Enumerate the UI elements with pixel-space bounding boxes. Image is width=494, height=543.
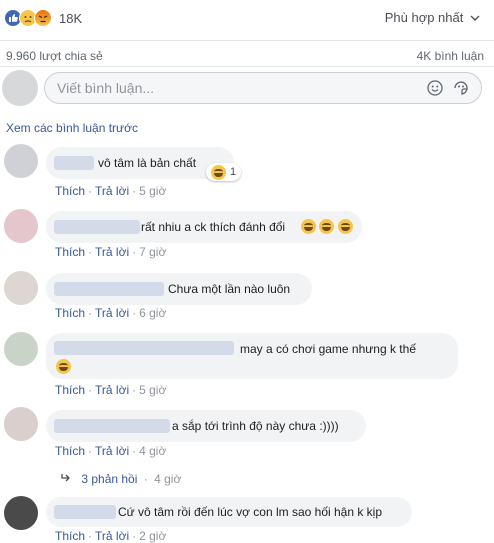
reaction-count: 1 xyxy=(230,166,237,178)
comment-composer[interactable] xyxy=(44,72,482,104)
divider xyxy=(0,40,494,41)
like-link[interactable]: Thích xyxy=(55,184,85,198)
comment-actions: Thích · Trả lời · 4 giờ xyxy=(55,444,167,458)
emoji-icon[interactable] xyxy=(427,80,443,96)
reaction-summary[interactable]: 18K xyxy=(4,8,82,28)
laughing-icon xyxy=(337,219,353,235)
laughing-icon xyxy=(301,219,316,235)
comment-actions: Thích · Trả lời · 5 giờ xyxy=(55,383,167,397)
share-count[interactable]: 9.960 lượt chia sẻ xyxy=(6,49,103,63)
haha-icon xyxy=(211,164,226,180)
timestamp[interactable]: 7 giờ xyxy=(139,245,166,259)
avatar[interactable] xyxy=(4,496,38,530)
comment-actions: Thích · Trả lời · 2 giờ xyxy=(55,529,167,543)
timestamp[interactable]: 2 giờ xyxy=(139,529,166,543)
sort-dropdown[interactable]: Phù hợp nhất xyxy=(385,10,480,25)
comment-bubble: Chưa một lần nào luôn xyxy=(46,273,312,305)
comment-actions: Thích · Trả lời · 6 giờ xyxy=(55,306,167,320)
comment-actions: Thích · Trả lời · 5 giờ xyxy=(55,184,167,198)
comment-text: rất nhiu a ck thích đánh đổi xyxy=(141,220,286,234)
timestamp[interactable]: 6 giờ xyxy=(139,306,166,320)
reply-link[interactable]: Trả lời xyxy=(95,383,129,397)
grinning-icon xyxy=(56,359,71,375)
comment-actions: Thích · Trả lời · 7 giờ xyxy=(55,245,167,259)
sort-label: Phù hợp nhất xyxy=(384,10,464,25)
timestamp[interactable]: 4 giờ xyxy=(139,444,166,458)
commenter-name[interactable] xyxy=(54,419,170,433)
comment-text: a sắp tới trình độ này chưa :)))) xyxy=(172,419,339,433)
like-link[interactable]: Thích xyxy=(55,245,85,259)
comment-bubble: may a có chơi game nhưng k thế xyxy=(46,333,458,379)
comment-text: Cứ vô tâm rồi đến lúc vợ con lm sao hối … xyxy=(118,505,383,519)
divider xyxy=(0,66,494,67)
replies-count[interactable]: 3 phản hồi xyxy=(81,472,137,486)
reply-link[interactable]: Trả lời xyxy=(95,529,129,543)
comment-reaction-chip[interactable]: 1 xyxy=(206,163,242,181)
commenter-name[interactable] xyxy=(54,156,94,170)
view-previous-comments-link[interactable]: Xem các bình luận trước xyxy=(6,121,138,135)
angry-icon xyxy=(34,9,52,27)
comment-bubble: a sắp tới trình độ này chưa :)))) xyxy=(46,410,366,442)
replies-timestamp[interactable]: 4 giờ xyxy=(154,472,181,486)
comment-count[interactable]: 4K bình luận xyxy=(417,49,484,63)
chevron-down-icon xyxy=(467,10,480,25)
comment-text: vô tâm là bản chất xyxy=(98,156,197,170)
comment-bubble: rất nhiu a ck thích đánh đổi xyxy=(46,211,362,243)
like-link[interactable]: Thích xyxy=(55,529,85,543)
like-link[interactable]: Thích xyxy=(55,306,85,320)
like-link[interactable]: Thích xyxy=(55,444,85,458)
reply-link[interactable]: Trả lời xyxy=(95,184,129,198)
comment-bubble: Cứ vô tâm rồi đến lúc vợ con lm sao hối … xyxy=(46,497,412,527)
emoji-group xyxy=(301,219,353,235)
avatar xyxy=(2,70,38,106)
timestamp[interactable]: 5 giờ xyxy=(139,184,166,198)
comment-input[interactable] xyxy=(55,79,419,97)
commenter-name[interactable] xyxy=(54,505,116,519)
commenter-name[interactable] xyxy=(54,220,140,234)
laughing-icon xyxy=(319,219,335,235)
view-replies-link[interactable]: 3 phản hồi · 4 giờ xyxy=(60,472,181,486)
avatar[interactable] xyxy=(4,209,38,243)
reply-link[interactable]: Trả lời xyxy=(95,245,129,259)
avatar[interactable] xyxy=(4,407,38,441)
comment-text: Chưa một lần nào luôn xyxy=(168,282,291,296)
reply-link[interactable]: Trả lời xyxy=(95,444,129,458)
reply-arrow-icon xyxy=(60,472,81,486)
timestamp[interactable]: 5 giờ xyxy=(139,383,166,397)
reply-link[interactable]: Trả lời xyxy=(95,306,129,320)
commenter-name[interactable] xyxy=(54,341,234,355)
avatar[interactable] xyxy=(4,144,38,178)
commenter-name[interactable] xyxy=(54,282,164,296)
comment-text: may a có chơi game nhưng k thế xyxy=(240,342,416,356)
avatar[interactable] xyxy=(4,332,38,366)
avatar[interactable] xyxy=(4,271,38,305)
sticker-icon[interactable] xyxy=(453,80,469,96)
like-link[interactable]: Thích xyxy=(55,383,85,397)
reaction-count[interactable]: 18K xyxy=(59,11,82,26)
